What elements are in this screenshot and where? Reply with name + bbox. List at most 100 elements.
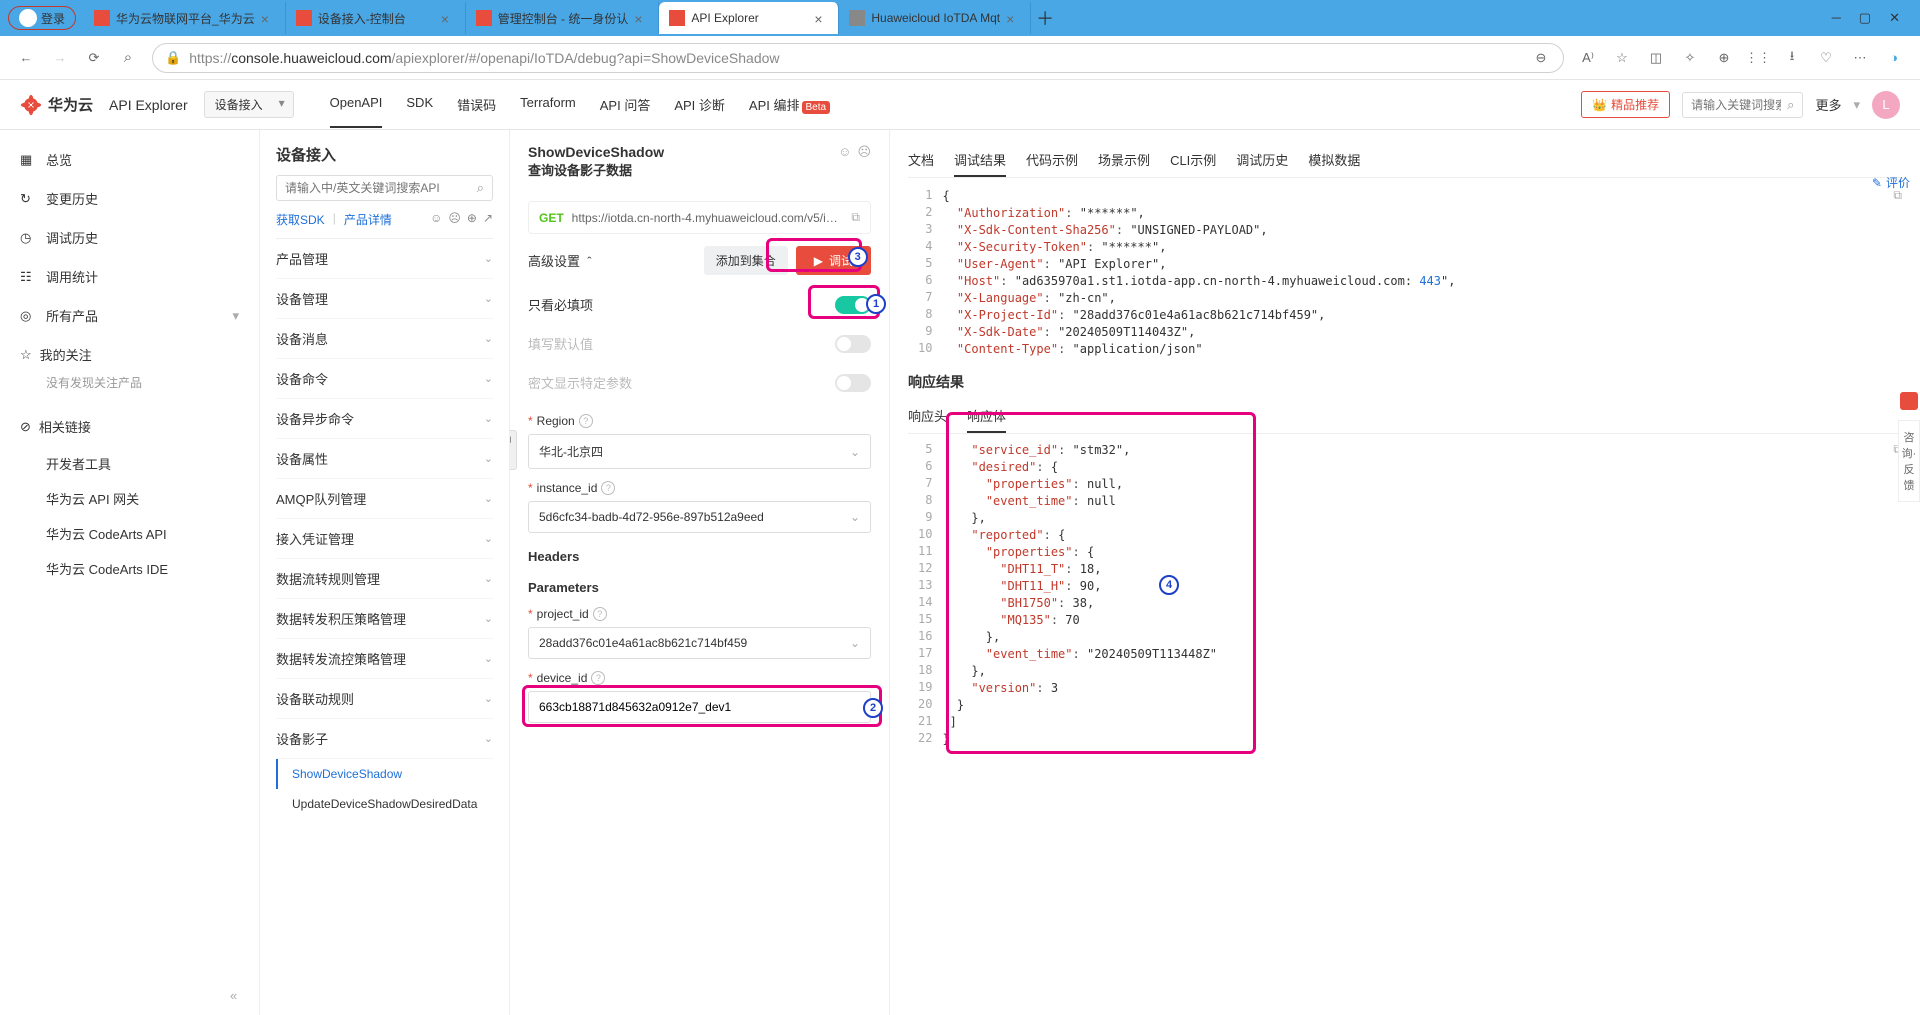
sidebar-item[interactable]: ↻变更历史 — [0, 179, 259, 218]
endpoint-row[interactable]: GET https://iotda.cn-north-4.myhuaweiclo… — [528, 201, 871, 234]
search-icon[interactable]: ⌕ — [118, 48, 138, 68]
api-group[interactable]: 产品管理⌄ — [276, 239, 493, 279]
header-search[interactable]: ⌕ — [1682, 92, 1803, 118]
maximize-icon[interactable]: ▢ — [1859, 10, 1871, 26]
read-aloud-icon[interactable]: A⁾ — [1578, 48, 1598, 68]
url-input[interactable]: 🔒 https://console.huaweicloud.com/apiexp… — [152, 43, 1564, 73]
forward-icon[interactable]: → — [50, 48, 70, 68]
close-tab-icon[interactable]: × — [1006, 11, 1020, 25]
zoom-icon[interactable]: ⊖ — [1531, 48, 1551, 68]
api-group[interactable]: 设备异步命令⌄ — [276, 399, 493, 439]
help-icon[interactable]: ? — [591, 671, 605, 685]
browser-login-button[interactable]: 登录 — [8, 6, 76, 30]
copilot-icon[interactable]: ◑ — [1884, 48, 1904, 68]
external-icon[interactable]: ↗ — [483, 211, 493, 228]
header-nav-item[interactable]: 错误码 — [457, 81, 496, 128]
api-group[interactable]: 数据转发积压策略管理⌄ — [276, 599, 493, 639]
column-drag-handle[interactable]: ◂ — [510, 430, 517, 470]
sidebar-item[interactable]: ▦总览 — [0, 140, 259, 179]
result-tab[interactable]: 调试结果 — [954, 144, 1006, 177]
result-tab[interactable]: 模拟数据 — [1308, 144, 1360, 177]
related-link[interactable]: 华为云 API 网关 — [0, 481, 259, 516]
product-detail-link[interactable]: 产品详情 — [344, 211, 392, 228]
response-tab[interactable]: 响应头 — [908, 400, 947, 433]
header-search-input[interactable] — [1691, 98, 1781, 112]
api-search-input[interactable] — [285, 180, 477, 196]
debug-button[interactable]: ▶ 调试 — [796, 246, 871, 275]
response-tab[interactable]: 响应体 — [967, 400, 1006, 433]
collections-icon[interactable]: ✧ — [1680, 48, 1700, 68]
header-nav-item[interactable]: OpenAPI — [330, 81, 383, 128]
instance-select[interactable]: 5d6cfc34-badb-4d72-956e-897b512a9eed⌄ — [528, 501, 871, 533]
api-search-box[interactable]: ⌕ — [276, 175, 493, 201]
header-nav-item[interactable]: Terraform — [520, 81, 576, 128]
dislike-icon[interactable]: ☹ — [857, 144, 871, 160]
api-group[interactable]: 设备消息⌄ — [276, 319, 493, 359]
browser-tab[interactable]: 管理控制台 - 统一身份认× — [466, 2, 660, 34]
related-link[interactable]: 华为云 CodeArts API — [0, 516, 259, 551]
feedback-side-button[interactable]: 咨询·反馈 — [1898, 420, 1920, 502]
api-item[interactable]: UpdateDeviceShadowDesiredData — [276, 789, 493, 819]
related-links-header[interactable]: ⊘ 相关链接 — [0, 407, 259, 446]
close-tab-icon[interactable]: × — [441, 11, 455, 25]
brand-logo[interactable]: 华为云 — [20, 94, 93, 116]
smile-icon[interactable]: ☺ — [430, 211, 442, 228]
service-selector[interactable]: 设备接入 — [204, 91, 294, 118]
sidebar-item[interactable]: ◎所有产品 — [0, 296, 259, 335]
my-follow-header[interactable]: ☆ 我的关注 — [0, 335, 259, 374]
unsmile-icon[interactable]: ☹ — [448, 211, 461, 228]
api-group[interactable]: 设备命令⌄ — [276, 359, 493, 399]
browser-tab[interactable]: API Explorer× — [659, 2, 839, 34]
more-link[interactable]: 更多 — [1815, 95, 1841, 114]
api-group[interactable]: 设备联动规则⌄ — [276, 679, 493, 719]
api-group[interactable]: 设备属性⌄ — [276, 439, 493, 479]
close-icon[interactable]: ✕ — [1889, 10, 1900, 26]
recommend-button[interactable]: 👑 精品推荐 — [1581, 91, 1670, 118]
split-icon[interactable]: ◫ — [1646, 48, 1666, 68]
menu-icon[interactable]: ⋯ — [1850, 48, 1870, 68]
header-nav-item[interactable]: API 诊断 — [674, 81, 725, 128]
user-avatar[interactable]: L — [1872, 91, 1900, 119]
feedback-bubble-icon[interactable] — [1900, 392, 1918, 410]
header-nav-item[interactable]: API 问答 — [600, 81, 651, 128]
browser-tab[interactable]: 设备接入-控制台× — [286, 2, 466, 34]
related-link[interactable]: 华为云 CodeArts IDE — [0, 551, 259, 586]
get-sdk-link[interactable]: 获取SDK — [276, 211, 325, 228]
header-nav-item[interactable]: SDK — [406, 81, 433, 128]
close-tab-icon[interactable]: × — [814, 11, 828, 25]
sidebar-item[interactable]: ☷调用统计 — [0, 257, 259, 296]
close-tab-icon[interactable]: × — [261, 11, 275, 25]
project-select[interactable]: 28add376c01e4a61ac8b621c714bf459⌄ — [528, 627, 871, 659]
api-group[interactable]: 数据转发流控策略管理⌄ — [276, 639, 493, 679]
close-tab-icon[interactable]: × — [634, 11, 648, 25]
favorite-icon[interactable]: ☆ — [1612, 48, 1632, 68]
only-required-toggle[interactable] — [835, 296, 871, 314]
api-group[interactable]: AMQP队列管理⌄ — [276, 479, 493, 519]
help-icon[interactable]: ? — [579, 414, 593, 428]
browser-tab[interactable]: Huaweicloud IoTDA Mqt× — [839, 2, 1031, 34]
like-icon[interactable]: ☺ — [838, 144, 851, 160]
result-tab[interactable]: 场景示例 — [1098, 144, 1150, 177]
region-select[interactable]: 华北-北京四⌄ — [528, 434, 871, 469]
sidebar-item[interactable]: ◷调试历史 — [0, 218, 259, 257]
download-icon[interactable]: ⭳ — [1782, 48, 1802, 68]
device-id-input[interactable] — [528, 691, 871, 723]
back-icon[interactable]: ← — [16, 48, 36, 68]
api-group[interactable]: 设备影子⌄ — [276, 719, 493, 759]
search-icon[interactable]: ⌕ — [1787, 97, 1794, 113]
header-nav-item[interactable]: API 编排Beta — [749, 81, 830, 128]
extensions-icon[interactable]: ⋮⋮ — [1748, 48, 1768, 68]
api-group[interactable]: 设备管理⌄ — [276, 279, 493, 319]
result-tab[interactable]: 文档 — [908, 144, 934, 177]
api-item[interactable]: ShowDeviceShadow — [276, 759, 493, 789]
add-collection-button[interactable]: 添加到集合 — [704, 246, 788, 275]
refresh-icon[interactable]: ⟳ — [84, 48, 104, 68]
minimize-icon[interactable]: ─ — [1832, 10, 1841, 26]
add-page-icon[interactable]: ⊕ — [1714, 48, 1734, 68]
result-tab[interactable]: 调试历史 — [1236, 144, 1288, 177]
advanced-settings-toggle[interactable]: 高级设置 ˆ — [528, 251, 592, 270]
browser-tab[interactable]: 华为云物联网平台_华为云× — [84, 2, 286, 34]
result-tab[interactable]: CLI示例 — [1170, 144, 1216, 177]
product-name[interactable]: API Explorer — [109, 97, 188, 113]
related-link[interactable]: 开发者工具 — [0, 446, 259, 481]
